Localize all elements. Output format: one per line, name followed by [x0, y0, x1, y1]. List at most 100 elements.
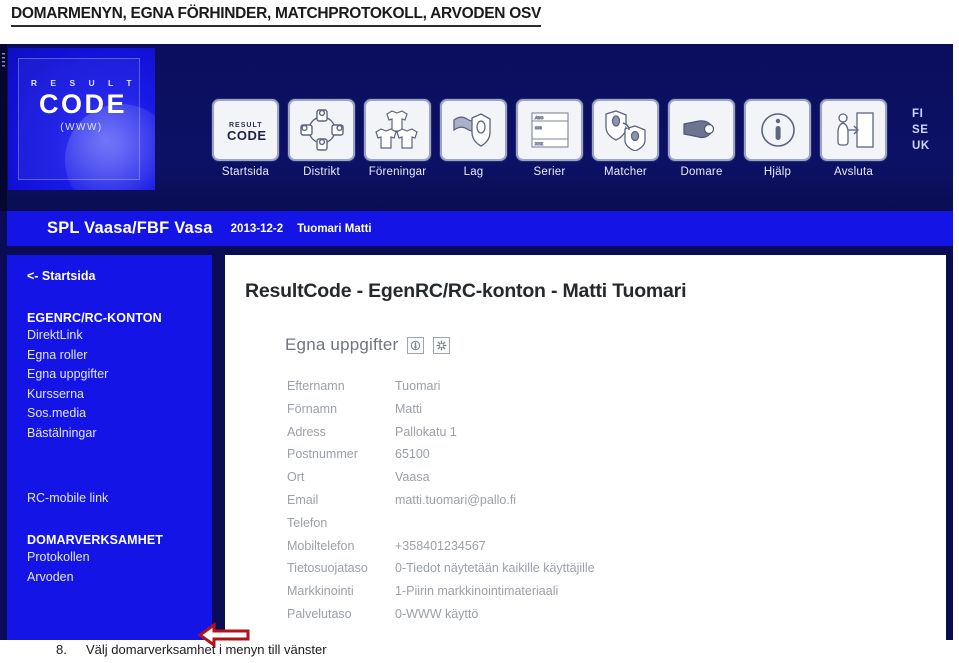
- application-screenshot: R E S U L T CODE (WWW) RESULT CODE Start…: [0, 44, 953, 652]
- field-label: Markkinointi: [287, 584, 354, 599]
- form-row: Adress Pallokatu 1: [287, 421, 595, 444]
- form-row: Postnummer 65100: [287, 443, 595, 466]
- resultcode-logo-icon[interactable]: RESULT CODE: [212, 99, 279, 161]
- form-row: Email matti.tuomari@pallo.fi: [287, 489, 595, 512]
- nav-item-foreningar[interactable]: Föreningar: [364, 99, 431, 178]
- sidebar-heading-egenrc: EGENRC/RC-KONTON: [27, 311, 162, 325]
- logo-line-www: (WWW): [60, 122, 103, 133]
- nav-item-matcher[interactable]: Matcher: [592, 99, 659, 178]
- svg-text:ABC: ABC: [535, 115, 543, 120]
- field-value: Vaasa: [395, 470, 430, 485]
- nav-label: Lag: [463, 166, 484, 178]
- info-circle-icon[interactable]: [744, 99, 811, 161]
- rail-dots-icon: [2, 53, 5, 67]
- language-option-fi[interactable]: FI: [912, 106, 930, 122]
- nav-label: Matcher: [604, 166, 647, 178]
- field-value: Pallokatu 1: [395, 424, 457, 439]
- gear-icon[interactable]: [433, 336, 451, 354]
- field-label: Efternamn: [287, 379, 345, 393]
- sidebar-item-egna-roller[interactable]: Egna roller: [27, 346, 207, 366]
- form-row: Telefon: [287, 512, 595, 535]
- language-option-se[interactable]: SE: [912, 122, 930, 138]
- form-row: Palvelutaso 0-WWW käyttö: [287, 603, 595, 626]
- field-label: Förnamn: [287, 401, 338, 416]
- nav-item-serier[interactable]: ABC 123 XYZ Serier: [516, 99, 583, 178]
- nav-item-avsluta[interactable]: Avsluta: [820, 99, 887, 178]
- sidebar-item-arvoden[interactable]: Arvoden: [27, 568, 207, 588]
- info-clock-icon[interactable]: [407, 336, 425, 354]
- field-label: Adress: [287, 424, 326, 439]
- sidebar-group-egenrc: EGENRC/RC-KONTON DirektLink Egna roller …: [27, 311, 207, 443]
- team-flag-shield-icon[interactable]: [440, 99, 507, 161]
- nav-item-domare[interactable]: Domare: [668, 99, 735, 178]
- series-table-icon[interactable]: ABC 123 XYZ: [516, 99, 583, 161]
- sidebar-item-direktlink[interactable]: DirektLink: [27, 326, 207, 346]
- sidebar-item-rc-mobile-link[interactable]: RC-mobile link: [27, 489, 207, 509]
- sidebar-heading-domarverksamhet: DOMARVERKSAMHET: [27, 533, 163, 547]
- personal-details-form: Efternamn Tuomari Förnamn Matti Adress P…: [287, 375, 595, 626]
- sidebar-item-egna-uppgifter[interactable]: Egna uppgifter: [27, 365, 207, 385]
- nav-label: Distrikt: [303, 166, 340, 178]
- field-label: Telefon: [287, 515, 328, 530]
- sidebar-group-mobile: RC-mobile link: [27, 489, 207, 509]
- logo-line-result: R E S U L T: [30, 78, 138, 88]
- nav-label: Föreningar: [368, 166, 427, 178]
- language-option-uk[interactable]: UK: [912, 138, 930, 154]
- nav-items: RESULT CODE Startsida Distrikt Föreninga…: [212, 99, 887, 178]
- field-value: Tuomari: [395, 379, 441, 393]
- field-label: Tietosuojataso: [287, 561, 368, 576]
- figure-caption: 8. Välj domarverksamhet i menyn till vän…: [0, 640, 959, 663]
- nav-item-startsida[interactable]: RESULT CODE Startsida: [212, 99, 279, 178]
- page-title: ResultCode - EgenRC/RC-konton - Matti Tu…: [245, 280, 687, 302]
- sidebar-item-bastalningar[interactable]: Bästälningar: [27, 424, 207, 444]
- sidebar-item-protokollen[interactable]: Protokollen: [27, 548, 207, 568]
- form-row: Mobiltelefon +358401234567: [287, 535, 595, 558]
- field-value: 0-Tiedot näytetään kaikille käyttäjille: [395, 561, 595, 576]
- nav-label: Hjälp: [763, 166, 792, 178]
- content-panel: ResultCode - EgenRC/RC-konton - Matti Tu…: [225, 255, 946, 652]
- form-row: Ort Vaasa: [287, 466, 595, 489]
- document-header: DOMARMENYN, EGNA FÖRHINDER, MATCHPROTOKO…: [0, 0, 959, 44]
- field-value: 65100: [395, 447, 430, 462]
- field-value: +358401234567: [395, 538, 486, 553]
- whistle-icon[interactable]: [668, 99, 735, 161]
- current-date: 2013-12-2: [230, 222, 284, 235]
- nav-item-lag[interactable]: Lag: [440, 99, 507, 178]
- svg-text:CODE: CODE: [227, 128, 267, 143]
- nav-label: Domare: [680, 166, 723, 178]
- match-shields-icon[interactable]: [592, 99, 659, 161]
- club-name: SPL Vaasa/FBF Vasa: [47, 219, 213, 237]
- field-value: matti.tuomari@pallo.fi: [395, 492, 517, 507]
- exit-door-icon[interactable]: [820, 99, 887, 161]
- clubs-shirts-icon[interactable]: [364, 99, 431, 161]
- logo-line-code: CODE: [38, 89, 127, 119]
- svg-text:123: 123: [535, 125, 542, 130]
- top-navigation-bar: R E S U L T CODE (WWW) RESULT CODE Start…: [0, 44, 953, 211]
- section-header: Egna uppgifter: [285, 335, 451, 355]
- nav-item-hjalp[interactable]: Hjälp: [744, 99, 811, 178]
- red-left-arrow-annotation: [197, 622, 250, 648]
- field-label: Palvelutaso: [287, 606, 352, 621]
- field-label: Ort: [287, 470, 305, 485]
- nav-item-distrikt[interactable]: Distrikt: [288, 99, 355, 178]
- section-title: Egna uppgifter: [285, 335, 399, 354]
- field-label: Email: [287, 492, 319, 507]
- body-area: <- Startsida EGENRC/RC-KONTON DirektLink…: [0, 246, 953, 652]
- field-value: 0-WWW käyttö: [395, 606, 479, 621]
- sidebar-back-link[interactable]: <- Startsida: [27, 269, 95, 283]
- caption-number: 8.: [56, 642, 67, 657]
- district-network-icon[interactable]: [288, 99, 355, 161]
- sidebar-group-domarverksamhet: DOMARVERKSAMHET Protokollen Arvoden: [27, 533, 207, 587]
- form-row: Tietosuojataso 0-Tiedot näytetään kaikil…: [287, 557, 595, 580]
- document-heading: DOMARMENYN, EGNA FÖRHINDER, MATCHPROTOKO…: [11, 5, 541, 27]
- left-rail: [0, 44, 7, 211]
- field-label: Mobiltelefon: [287, 538, 355, 553]
- form-row: Efternamn Tuomari: [287, 375, 595, 398]
- nav-label: Startsida: [221, 166, 270, 178]
- sidebar-item-kursserna[interactable]: Kursserna: [27, 385, 207, 405]
- resultcode-logo-panel[interactable]: R E S U L T CODE (WWW): [8, 48, 155, 190]
- sidebar-item-sos-media[interactable]: Sos.media: [27, 404, 207, 424]
- field-value: 1-Piirin markkinointimateriaali: [395, 584, 559, 599]
- nav-label: Serier: [533, 166, 566, 178]
- form-row: Förnamn Matti: [287, 398, 595, 421]
